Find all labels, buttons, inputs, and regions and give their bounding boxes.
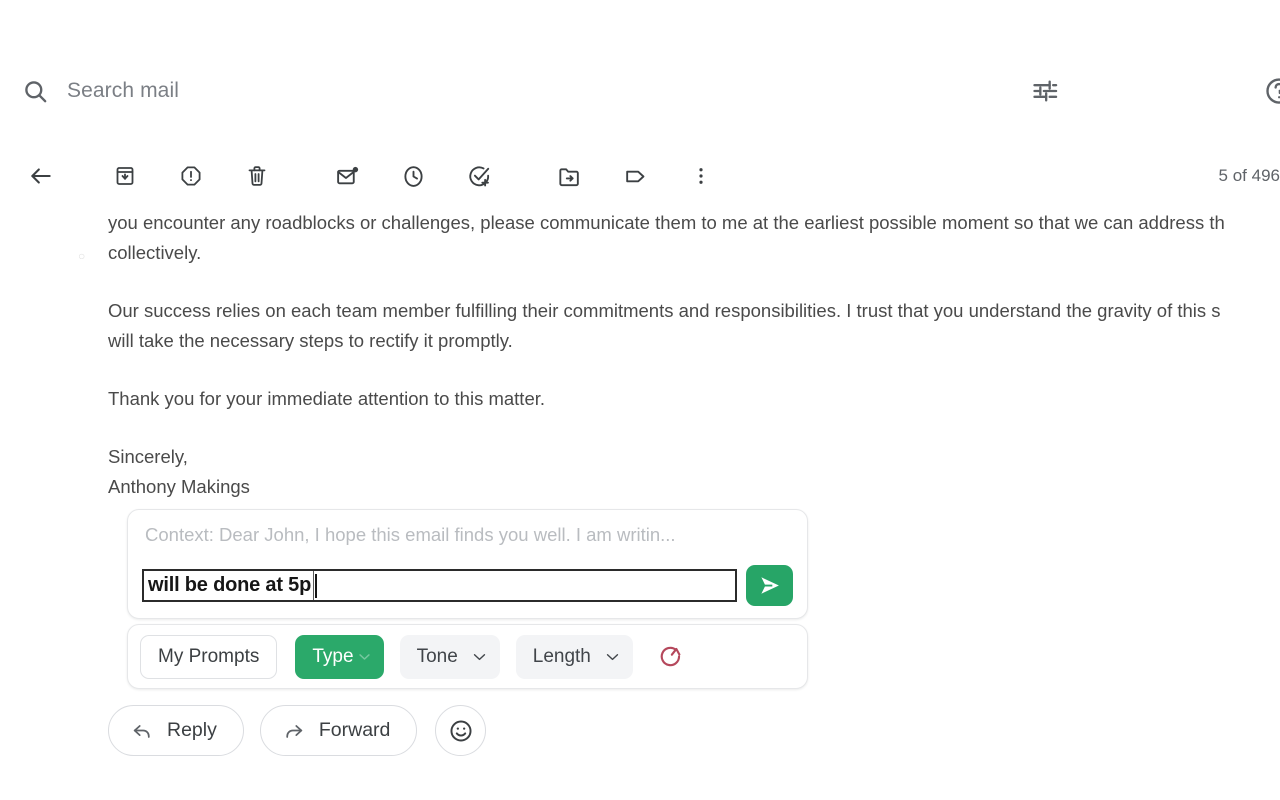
- search-header: Search mail: [0, 62, 1280, 120]
- email-signoff: Sincerely,: [108, 442, 1280, 472]
- length-dropdown-button[interactable]: Length: [516, 635, 633, 679]
- context-preview-text: Context: Dear John, I hope this email fi…: [145, 524, 676, 546]
- my-prompts-label: My Prompts: [158, 646, 259, 668]
- tone-label: Tone: [417, 646, 458, 668]
- clock-snooze-icon[interactable]: [390, 153, 436, 199]
- reply-label: Reply: [167, 719, 217, 742]
- search-icon[interactable]: [20, 76, 50, 106]
- forward-button[interactable]: Forward: [260, 705, 418, 756]
- email-paragraph-2: Our success relies on each team member f…: [108, 296, 1280, 355]
- email-paragraph-1: you encounter any roadblocks or challeng…: [108, 208, 1280, 267]
- back-arrow-icon[interactable]: [18, 153, 64, 199]
- more-vertical-icon[interactable]: [678, 153, 724, 199]
- prompt-row: will be done at 5p: [142, 565, 793, 606]
- ai-options-bar: My Prompts Type Tone Length: [127, 624, 808, 689]
- email-paragraph-2-line2: will take the necessary steps to rectify…: [108, 330, 513, 351]
- my-prompts-button[interactable]: My Prompts: [140, 635, 277, 679]
- length-label: Length: [533, 646, 591, 668]
- header-right-actions: [1028, 74, 1280, 108]
- ai-composer-panel: Context: Dear John, I hope this email fi…: [127, 509, 808, 619]
- typed-text-box: will be done at 5p: [144, 571, 314, 600]
- reply-arrow-icon: [131, 720, 153, 742]
- label-tag-icon[interactable]: [612, 153, 658, 199]
- trash-icon[interactable]: [234, 153, 280, 199]
- chevron-down-icon: [357, 649, 372, 664]
- mark-unread-icon[interactable]: [324, 153, 370, 199]
- refresh-regenerate-icon[interactable]: [655, 641, 687, 673]
- chevron-down-icon: [471, 648, 488, 665]
- forward-label: Forward: [319, 719, 391, 742]
- email-paragraph-1-text: you encounter any roadblocks or challeng…: [108, 212, 1225, 233]
- email-sender-name: Anthony Makings: [108, 472, 1280, 502]
- report-spam-icon[interactable]: [168, 153, 214, 199]
- text-caret: [315, 574, 317, 598]
- prompt-input-value: will be done at 5p: [148, 574, 311, 597]
- reply-actions-row: Reply Forward: [108, 705, 486, 756]
- type-label: Type: [312, 646, 353, 668]
- type-dropdown-button[interactable]: Type: [295, 635, 383, 679]
- chevron-down-icon: [604, 648, 621, 665]
- send-button[interactable]: [746, 565, 793, 606]
- reply-button[interactable]: Reply: [108, 705, 244, 756]
- tune-filter-icon[interactable]: [1028, 74, 1062, 108]
- collapsed-content-marker: ○: [78, 249, 85, 263]
- search-input[interactable]: Search mail: [67, 79, 179, 103]
- email-paragraph-2-text: Our success relies on each team member f…: [108, 300, 1221, 321]
- move-to-folder-icon[interactable]: [546, 153, 592, 199]
- archive-icon[interactable]: [102, 153, 148, 199]
- email-paragraph-3: Thank you for your immediate attention t…: [108, 384, 1280, 414]
- message-counter: 5 of 496: [1188, 166, 1280, 186]
- email-paragraph-1-line2: collectively.: [108, 242, 201, 263]
- help-circle-icon[interactable]: [1262, 74, 1280, 108]
- add-to-tasks-icon[interactable]: [456, 153, 502, 199]
- emoji-reaction-button[interactable]: [435, 705, 486, 756]
- tone-dropdown-button[interactable]: Tone: [400, 635, 500, 679]
- email-action-toolbar: 5 of 496: [0, 152, 1280, 200]
- prompt-input[interactable]: will be done at 5p: [142, 569, 737, 602]
- forward-arrow-icon: [283, 720, 305, 742]
